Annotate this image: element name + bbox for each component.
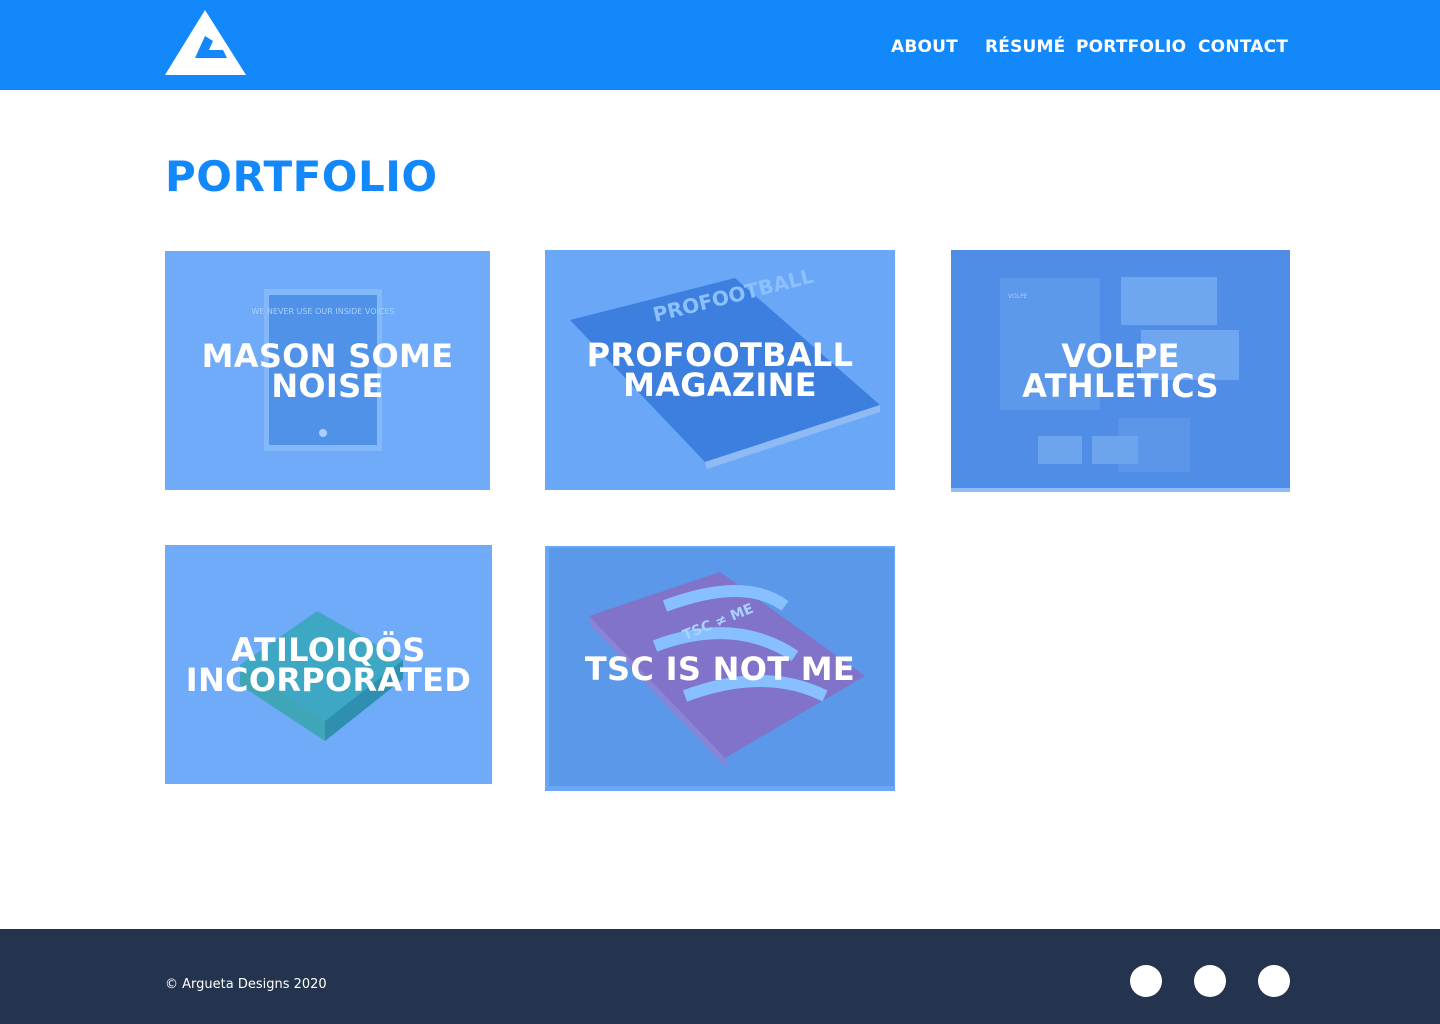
site-footer: © Argueta Designs 2020 xyxy=(0,929,1440,1024)
project-card-volpe-athletics[interactable]: VOLPE VOLPE ATHLETICS xyxy=(951,250,1290,492)
site-header: ABOUT RÉSUMÉ PORTFOLIO CONTACT xyxy=(0,0,1440,90)
card-overlay: TSC IS NOT ME xyxy=(545,546,895,791)
card-title: PROFOOTBALL MAGAZINE xyxy=(586,336,854,404)
nav-portfolio[interactable]: PORTFOLIO xyxy=(1076,37,1186,57)
card-overlay: ATILOIQÖS INCORPORATED xyxy=(165,545,492,784)
page-title: PORTFOLIO xyxy=(165,152,438,201)
card-overlay: PROFOOTBALL MAGAZINE xyxy=(545,250,895,490)
copyright-text: © Argueta Designs 2020 xyxy=(165,977,327,992)
main-nav: ABOUT RÉSUMÉ PORTFOLIO CONTACT xyxy=(0,37,1440,61)
project-card-tsc-is-not-me[interactable]: TSC ≠ ME TSC IS NOT ME xyxy=(545,546,895,791)
nav-about[interactable]: ABOUT xyxy=(891,37,958,57)
card-overlay: MASON SOME NOISE xyxy=(165,251,490,490)
social-icon-1[interactable] xyxy=(1130,965,1162,997)
nav-resume[interactable]: RÉSUMÉ xyxy=(985,37,1065,57)
social-icon-2[interactable] xyxy=(1194,965,1226,997)
card-title: ATILOIQÖS INCORPORATED xyxy=(185,630,472,699)
nav-contact[interactable]: CONTACT xyxy=(1198,37,1288,57)
project-card-profootball-magazine[interactable]: PROFOOTBALL PROFOOTBALL MAGAZINE xyxy=(545,250,895,490)
social-icon-3[interactable] xyxy=(1258,965,1290,997)
card-title: MASON SOME NOISE xyxy=(201,336,454,405)
project-card-atiloiqos-incorporated[interactable]: ATILOIQÖS INCORPORATED xyxy=(165,545,492,784)
project-card-mason-some-noise[interactable]: WE NEVER USE OUR INSIDE VOICES MASON SOM… xyxy=(165,251,490,490)
card-title: VOLPE ATHLETICS xyxy=(1022,337,1219,405)
card-overlay: VOLPE ATHLETICS xyxy=(951,250,1290,492)
card-title: TSC IS NOT ME xyxy=(584,649,856,688)
